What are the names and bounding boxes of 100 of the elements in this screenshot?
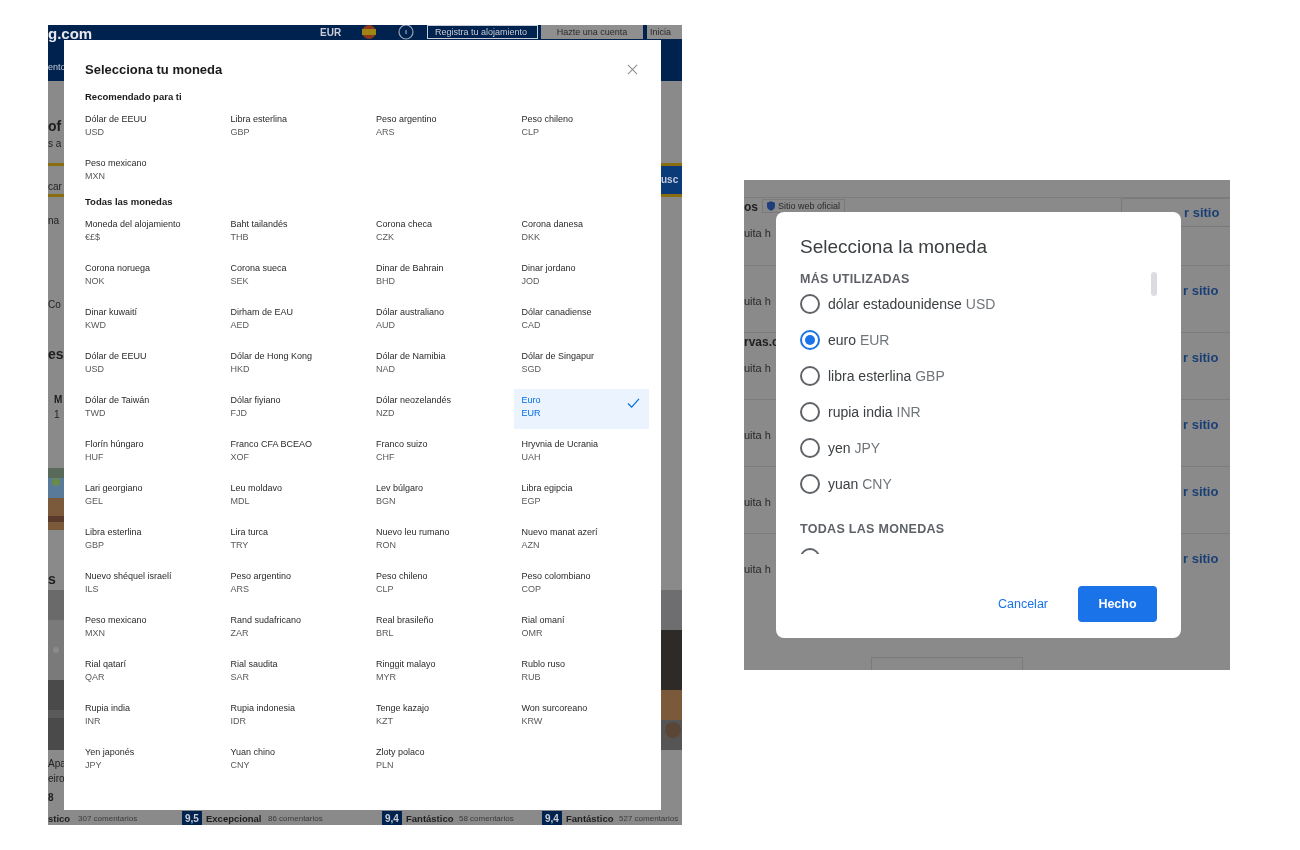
currency-option[interactable]: Dinar jordano JOD — [513, 257, 649, 297]
help-icon[interactable] — [398, 25, 414, 40]
page-text: s a — [48, 138, 62, 149]
currency-label: rupia india INR — [828, 404, 921, 420]
currency-option[interactable]: Tenge kazajo KZT — [368, 697, 503, 737]
currency-option[interactable]: Dinar kuwaití KWD — [77, 301, 212, 341]
page-text: M — [54, 394, 63, 405]
currency-option[interactable]: Dólar de EEUU USD — [77, 108, 212, 148]
currency-button[interactable]: EUR — [320, 27, 342, 38]
currency-option[interactable]: Dólar fiyiano FJD — [222, 389, 358, 429]
currency-option[interactable]: Libra egipcia EGP — [513, 477, 649, 517]
currency-option[interactable]: Ringgit malayo MYR — [368, 653, 503, 693]
currency-option[interactable]: Nuevo manat azerí AZN — [513, 521, 649, 561]
review-count: 527 comentarios — [619, 814, 679, 823]
currency-option[interactable]: Nuevo shéquel israelí ILS — [77, 565, 212, 605]
currency-option[interactable]: Dólar de Hong Kong HKD — [222, 345, 358, 385]
currency-option[interactable]: Dólar neozelandés NZD — [368, 389, 503, 429]
currency-option[interactable]: Rial qatarí QAR — [77, 653, 212, 693]
result-subtitle: uita h — [744, 496, 771, 508]
currency-option[interactable]: Dólar australiano AUD — [368, 301, 503, 341]
currency-option[interactable]: libra esterlina GBP — [800, 358, 945, 394]
currency-option[interactable]: Peso argentino ARS — [368, 108, 503, 148]
currency-option[interactable]: Dólar de EEUU USD — [77, 345, 212, 385]
result-subtitle: uita h — [744, 563, 771, 575]
result-subtitle: uita h — [744, 429, 771, 441]
radio-button[interactable] — [800, 294, 820, 314]
currency-option[interactable]: Yuan chino CNY — [222, 741, 358, 781]
currency-label: euro EUR — [828, 332, 890, 348]
cancel-button[interactable]: Cancelar — [987, 586, 1058, 622]
currency-option[interactable]: Dólar de Taiwán TWD — [77, 389, 212, 429]
currency-option[interactable]: Rublo ruso RUB — [513, 653, 649, 693]
radio-button[interactable] — [800, 438, 820, 458]
currency-option[interactable]: yuan CNY — [800, 466, 892, 502]
currency-option[interactable]: Baht tailandés THB — [222, 213, 358, 253]
currency-label: libra esterlina GBP — [828, 368, 945, 384]
currency-option[interactable]: euro EUR — [800, 322, 890, 358]
currency-option[interactable]: Rial omaní OMR — [513, 609, 649, 649]
currency-option[interactable]: Peso chileno CLP — [513, 108, 649, 148]
currency-option[interactable]: Franco CFA BCEAO XOF — [222, 433, 358, 473]
header-button[interactable]: Registra tu alojamiento — [427, 25, 538, 39]
currency-option[interactable]: Dirham de EAU AED — [222, 301, 358, 341]
section-heading: MÁS UTILIZADAS — [800, 272, 910, 286]
currency-option[interactable]: Lev búlgaro BGN — [368, 477, 503, 517]
section-heading: Todas las monedas — [85, 196, 174, 207]
logo: g.com — [48, 25, 93, 42]
result-subtitle: uita h — [744, 362, 771, 374]
currency-option[interactable]: yen JPY — [800, 430, 881, 466]
header-button[interactable]: Inicia — [647, 25, 682, 39]
currency-option[interactable]: Peso colombiano COP — [513, 565, 649, 605]
currency-option[interactable]: Leu moldavo MDL — [222, 477, 358, 517]
currency-option[interactable]: Rial saudita SAR — [222, 653, 358, 693]
scrollbar-thumb[interactable] — [1151, 272, 1157, 296]
currency-option[interactable]: Florín húngaro HUF — [77, 433, 212, 473]
header-button[interactable]: Hazte una cuenta — [541, 25, 643, 39]
currency-option[interactable]: Rupia indonesia IDR — [222, 697, 358, 737]
page-text: 8 — [48, 792, 54, 803]
currency-option[interactable]: Dólar de Namibia NAD — [368, 345, 503, 385]
currency-option[interactable]: Won surcoreano KRW — [513, 697, 649, 737]
currency-option[interactable]: Peso argentino ARS — [222, 565, 358, 605]
currency-option[interactable]: Corona noruega NOK — [77, 257, 212, 297]
currency-option[interactable]: rupia india INR — [800, 394, 921, 430]
currency-option[interactable]: Peso mexicano MXN — [77, 609, 212, 649]
currency-option[interactable]: dólar estadounidense USD — [800, 286, 996, 322]
currency-option[interactable]: Franco suizo CHF — [368, 433, 503, 473]
currency-option[interactable]: Peso chileno CLP — [368, 565, 503, 605]
currency-option[interactable]: Peso mexicano MXN — [77, 152, 212, 192]
currency-option[interactable]: Lari georgiano GEL — [77, 477, 212, 517]
radio-button[interactable] — [800, 474, 820, 494]
currency-option[interactable]: Nuevo leu rumano RON — [368, 521, 503, 561]
flag-icon[interactable] — [362, 25, 376, 39]
close-icon[interactable] — [627, 64, 638, 75]
page-text: of — [48, 118, 62, 134]
currency-option[interactable]: Moneda del alojamiento €£$ — [77, 213, 212, 253]
currency-option[interactable]: Lira turca TRY — [222, 521, 358, 561]
radio-button[interactable] — [800, 402, 820, 422]
section-heading: TODAS LAS MONEDAS — [800, 522, 945, 536]
currency-option[interactable]: Zloty polaco PLN — [368, 741, 503, 781]
currency-option[interactable]: Euro EUR — [513, 389, 649, 429]
currency-option[interactable]: Corona checa CZK — [368, 213, 503, 253]
radio-button[interactable] — [800, 330, 820, 350]
radio-button[interactable] — [800, 366, 820, 386]
currency-option[interactable]: Libra esterlina GBP — [77, 521, 212, 561]
currency-option[interactable]: Yen japonés JPY — [77, 741, 212, 781]
currency-option[interactable]: Dinar de Bahrain BHD — [368, 257, 503, 297]
currency-option[interactable]: Dólar de Singapur SGD — [513, 345, 649, 385]
currency-option[interactable]: Rand sudafricano ZAR — [222, 609, 358, 649]
currency-option[interactable]: Hryvnia de Ucrania UAH — [513, 433, 649, 473]
review-count: 86 comentarios — [268, 814, 323, 823]
currency-option[interactable]: Dólar canadiense CAD — [513, 301, 649, 341]
currency-option[interactable]: Real brasileño BRL — [368, 609, 503, 649]
rating-label: Fantástico — [566, 813, 614, 824]
section-heading: Recomendado para ti — [85, 91, 183, 102]
currency-option[interactable]: Rupia india INR — [77, 697, 212, 737]
dialog-title: Selecciona la moneda — [800, 236, 988, 258]
search-button[interactable]: usc — [661, 166, 682, 194]
currency-option[interactable]: Libra esterlina GBP — [222, 108, 358, 148]
done-button[interactable]: Hecho — [1078, 586, 1157, 622]
currency-option[interactable]: Corona sueca SEK — [222, 257, 358, 297]
checkmark-icon — [626, 398, 640, 409]
currency-option[interactable]: Corona danesa DKK — [513, 213, 649, 253]
